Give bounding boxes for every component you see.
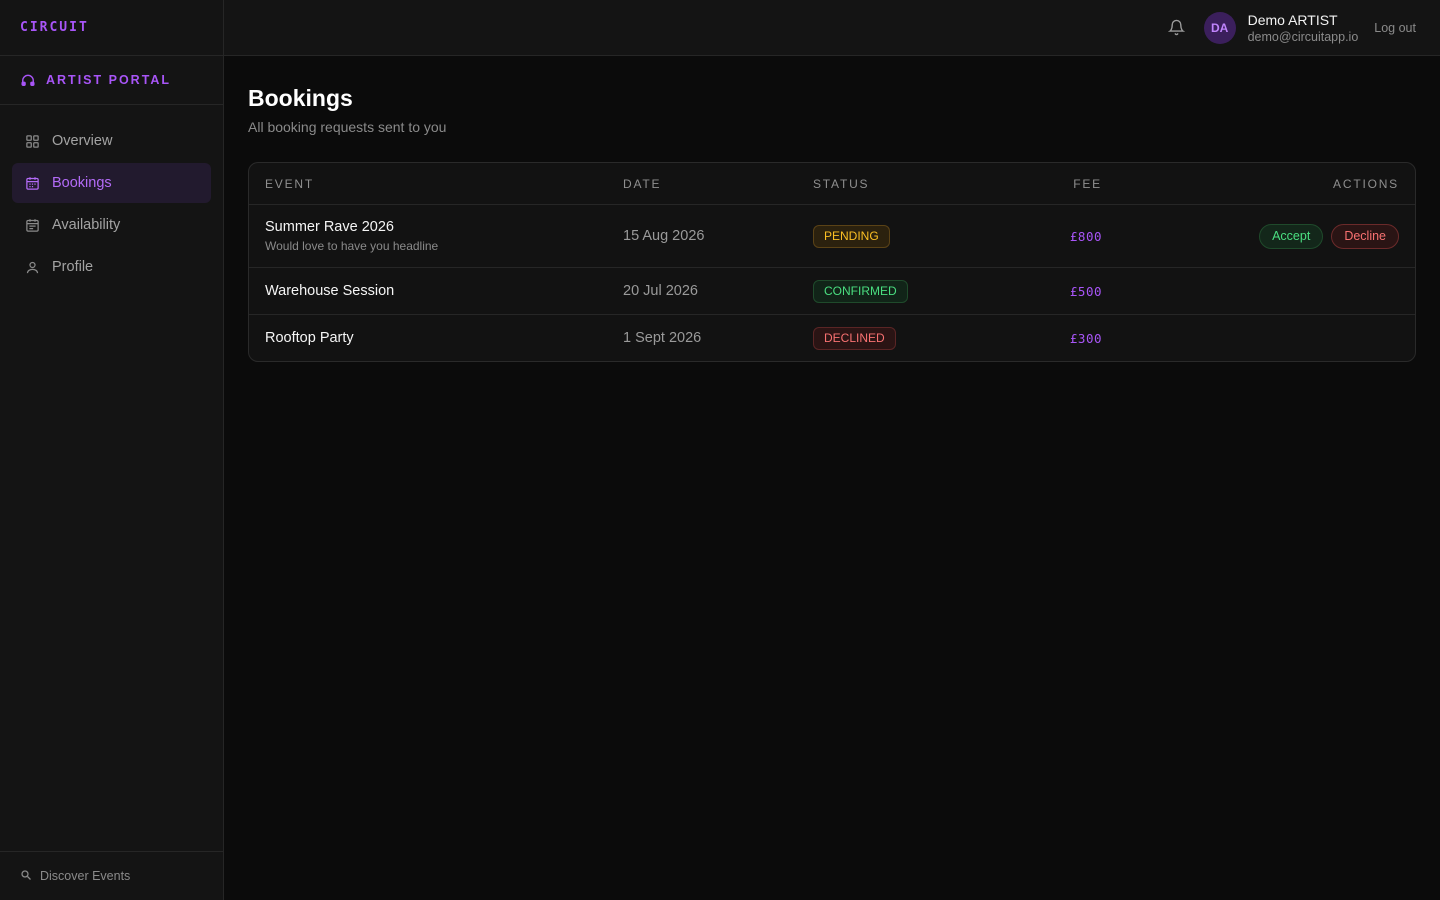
user-email: demo@circuitapp.io bbox=[1247, 29, 1359, 44]
actions-cell: Accept Decline bbox=[1259, 223, 1399, 249]
event-note: Would love to have you headline bbox=[265, 239, 439, 253]
status-cell: CONFIRMED bbox=[813, 279, 908, 303]
fee-value: £300 bbox=[1069, 330, 1102, 346]
user-icon bbox=[24, 259, 40, 275]
event-title: Summer Rave 2026 bbox=[265, 219, 394, 235]
fee-value: £500 bbox=[1069, 283, 1102, 299]
column-header-event[interactable]: EVENT bbox=[265, 177, 314, 191]
portal-label: ARTIST PORTAL bbox=[46, 73, 172, 87]
logout-button[interactable]: Log out bbox=[1374, 21, 1416, 35]
logo-bar: CIRCUIT bbox=[0, 0, 223, 56]
sidebar-item-profile[interactable]: Profile bbox=[12, 247, 211, 287]
sidebar: CIRCUIT ARTIST PORTAL Overview Bookings … bbox=[0, 0, 224, 900]
sidebar-item-availability[interactable]: Availability bbox=[12, 205, 211, 245]
decline-button[interactable]: Decline bbox=[1331, 223, 1399, 249]
status-cell: PENDING bbox=[813, 224, 890, 248]
bell-icon[interactable] bbox=[1167, 18, 1187, 38]
table-header-row: EVENT DATE STATUS FEE ACTIONS bbox=[249, 163, 1415, 204]
portal-header: ARTIST PORTAL bbox=[0, 56, 223, 105]
status-badge: PENDING bbox=[813, 224, 890, 248]
sidebar-item-label: Profile bbox=[52, 259, 94, 275]
main-content: Bookings All booking requests sent to yo… bbox=[248, 56, 1416, 362]
user-info: Demo ARTIST demo@circuitapp.io bbox=[1248, 11, 1359, 45]
table-row[interactable]: Warehouse Session 20 Jul 2026 CONFIRMED … bbox=[249, 267, 1415, 314]
discover-events-link[interactable]: Discover Events bbox=[0, 851, 223, 900]
status-badge: CONFIRMED bbox=[813, 279, 908, 303]
status-cell: DECLINED bbox=[813, 326, 896, 350]
event-cell: Summer Rave 2026 Would love to have you … bbox=[265, 218, 438, 254]
grid-icon bbox=[24, 133, 40, 149]
bookings-table: EVENT DATE STATUS FEE ACTIONS Summer Rav… bbox=[248, 162, 1416, 362]
column-header-status[interactable]: STATUS bbox=[813, 177, 869, 191]
discover-events-label: Discover Events bbox=[40, 869, 131, 883]
headphones-icon bbox=[20, 72, 36, 88]
column-header-fee[interactable]: FEE bbox=[1073, 177, 1102, 191]
status-badge: DECLINED bbox=[813, 326, 896, 350]
column-header-actions: ACTIONS bbox=[1333, 176, 1399, 191]
fee-value: £800 bbox=[1069, 228, 1102, 244]
calendar-icon bbox=[24, 175, 40, 191]
calendar-check-icon bbox=[24, 217, 40, 233]
sidebar-item-label: Availability bbox=[52, 217, 121, 233]
event-date: 15 Aug 2026 bbox=[623, 228, 705, 244]
app-root: CIRCUIT ARTIST PORTAL Overview Bookings … bbox=[0, 0, 1440, 900]
sidebar-nav: Overview Bookings Availability Profile bbox=[0, 105, 223, 303]
search-icon bbox=[20, 869, 32, 884]
event-title: Rooftop Party bbox=[265, 330, 354, 346]
accept-button[interactable]: Accept bbox=[1259, 223, 1324, 249]
user-name: Demo ARTIST bbox=[1247, 11, 1338, 28]
event-date: 20 Jul 2026 bbox=[623, 283, 698, 299]
page-subtitle: All booking requests sent to you bbox=[248, 119, 447, 135]
event-cell: Warehouse Session bbox=[265, 282, 394, 300]
avatar[interactable]: DA bbox=[1203, 11, 1236, 44]
page-title: Bookings bbox=[248, 85, 353, 111]
sidebar-item-label: Overview bbox=[52, 133, 113, 149]
event-title: Warehouse Session bbox=[265, 283, 395, 299]
column-header-date[interactable]: DATE bbox=[623, 177, 661, 191]
table-row[interactable]: Summer Rave 2026 Would love to have you … bbox=[249, 204, 1415, 267]
table-row[interactable]: Rooftop Party 1 Sept 2026 DECLINED £300 bbox=[249, 314, 1415, 361]
sidebar-item-overview[interactable]: Overview bbox=[12, 121, 211, 161]
sidebar-item-bookings[interactable]: Bookings bbox=[12, 163, 211, 203]
brand-logo[interactable]: CIRCUIT bbox=[20, 20, 89, 35]
sidebar-item-label: Bookings bbox=[52, 175, 112, 191]
top-header: DA Demo ARTIST demo@circuitapp.io Log ou… bbox=[224, 0, 1440, 56]
event-date: 1 Sept 2026 bbox=[623, 330, 702, 346]
event-cell: Rooftop Party bbox=[265, 329, 354, 347]
